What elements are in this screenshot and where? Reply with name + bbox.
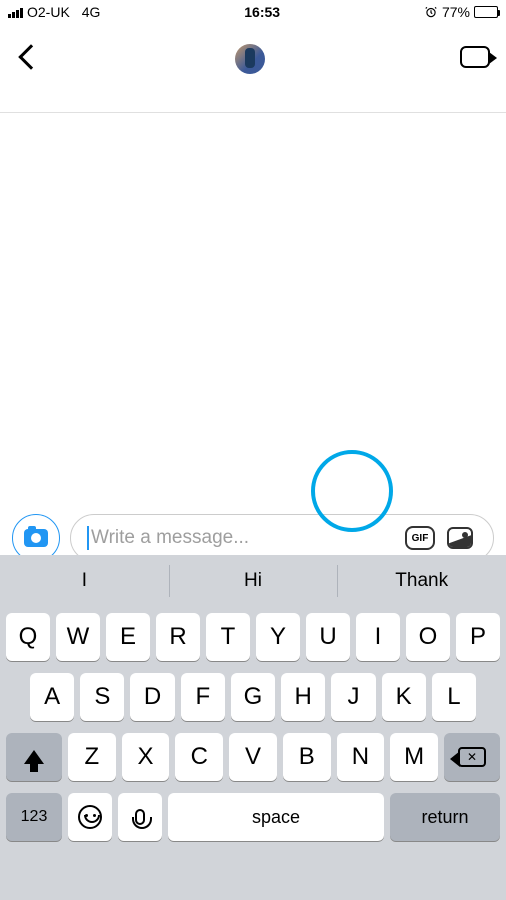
key-h[interactable]: H <box>281 673 325 721</box>
backspace-icon <box>458 747 486 767</box>
status-bar: O2-UK 4G 16:53 77% <box>0 0 506 24</box>
gallery-button[interactable] <box>447 527 473 549</box>
key-l[interactable]: L <box>432 673 476 721</box>
key-x[interactable]: X <box>122 733 170 781</box>
key-o[interactable]: O <box>406 613 450 661</box>
chat-messages-area[interactable] <box>0 113 506 503</box>
key-k[interactable]: K <box>382 673 426 721</box>
key-shift[interactable] <box>6 733 62 781</box>
shift-icon <box>24 750 44 764</box>
message-placeholder: Write a message... <box>91 527 405 549</box>
keyboard: I Hi Thank Q W E R T Y U I O P A S D F G… <box>0 555 506 900</box>
header-center[interactable] <box>235 44 265 74</box>
status-right: 77% <box>424 4 498 20</box>
status-left: O2-UK 4G <box>8 4 100 20</box>
key-return[interactable]: return <box>390 793 500 841</box>
key-a[interactable]: A <box>30 673 74 721</box>
key-i[interactable]: I <box>356 613 400 661</box>
key-row-4: 123 space return <box>6 793 500 841</box>
key-c[interactable]: C <box>175 733 223 781</box>
key-row-2: A S D F G H J K L <box>6 673 500 721</box>
key-g[interactable]: G <box>231 673 275 721</box>
suggestion-2[interactable]: Hi <box>169 555 338 607</box>
key-z[interactable]: Z <box>68 733 116 781</box>
clock: 16:53 <box>244 4 280 20</box>
chevron-left-icon <box>18 44 43 69</box>
video-icon <box>460 46 490 68</box>
avatar <box>235 44 265 74</box>
key-m[interactable]: M <box>390 733 438 781</box>
key-e[interactable]: E <box>106 613 150 661</box>
key-p[interactable]: P <box>456 613 500 661</box>
key-numeric-mode[interactable]: 123 <box>6 793 62 841</box>
gif-label: GIF <box>412 533 429 544</box>
key-n[interactable]: N <box>337 733 385 781</box>
key-u[interactable]: U <box>306 613 350 661</box>
battery-percent: 77% <box>442 4 470 20</box>
network-label: 4G <box>82 4 101 20</box>
contact-name <box>158 76 348 106</box>
back-button[interactable] <box>16 48 40 71</box>
mic-icon <box>135 809 145 825</box>
video-call-button[interactable] <box>460 46 490 73</box>
key-q[interactable]: Q <box>6 613 50 661</box>
suggestion-bar: I Hi Thank <box>0 555 506 607</box>
alarm-icon <box>424 5 438 19</box>
suggestion-3[interactable]: Thank <box>337 555 506 607</box>
key-emoji[interactable] <box>68 793 112 841</box>
key-backspace[interactable] <box>444 733 500 781</box>
signal-icon <box>8 6 23 18</box>
key-t[interactable]: T <box>206 613 250 661</box>
key-row-3: Z X C V B N M <box>6 733 500 781</box>
key-j[interactable]: J <box>331 673 375 721</box>
key-dictation[interactable] <box>118 793 162 841</box>
key-r[interactable]: R <box>156 613 200 661</box>
emoji-icon <box>78 805 102 829</box>
key-f[interactable]: F <box>181 673 225 721</box>
camera-icon <box>24 529 48 547</box>
key-b[interactable]: B <box>283 733 331 781</box>
carrier-label: O2-UK <box>27 4 70 20</box>
key-y[interactable]: Y <box>256 613 300 661</box>
gif-button[interactable]: GIF <box>405 526 435 550</box>
key-w[interactable]: W <box>56 613 100 661</box>
key-space[interactable]: space <box>168 793 384 841</box>
battery-icon <box>474 6 498 18</box>
key-s[interactable]: S <box>80 673 124 721</box>
key-v[interactable]: V <box>229 733 277 781</box>
text-cursor <box>87 526 89 550</box>
key-row-1: Q W E R T Y U I O P <box>6 613 500 661</box>
suggestion-1[interactable]: I <box>0 555 169 607</box>
key-d[interactable]: D <box>130 673 174 721</box>
